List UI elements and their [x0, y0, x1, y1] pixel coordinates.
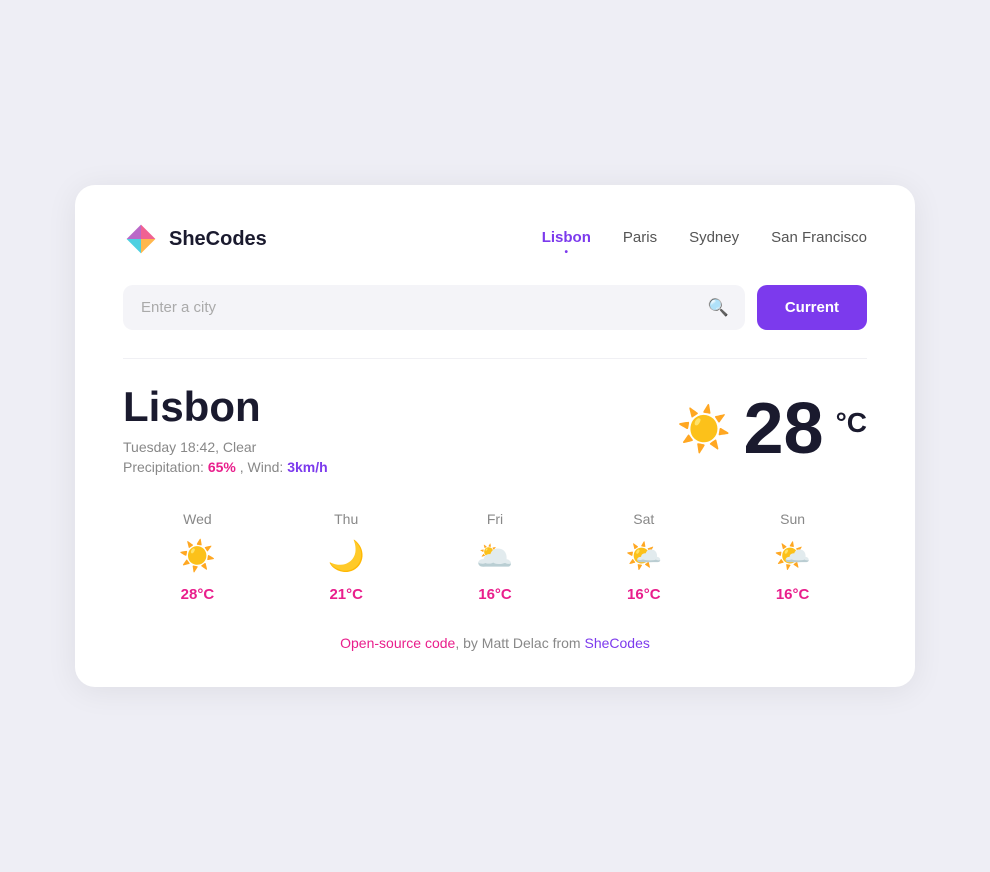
forecast-day-label-0: Wed — [183, 511, 212, 527]
precipitation-value: 65% — [208, 459, 236, 475]
temperature-display: ☀️ 28 °C — [677, 393, 867, 465]
footer-text-from: from — [549, 635, 585, 651]
logo: SheCodes — [123, 221, 267, 257]
main-card: SheCodes Lisbon Paris Sydney San Francis… — [75, 185, 915, 687]
forecast-day-label-3: Sat — [633, 511, 654, 527]
logo-icon — [123, 221, 159, 257]
nav-item-lisbon[interactable]: Lisbon — [542, 229, 591, 250]
search-icon: 🔍 — [708, 298, 729, 318]
search-row: 🔍 Current — [123, 285, 867, 330]
forecast-icon-0: ☀️ — [179, 539, 216, 574]
forecast-temp-2: 16°C — [478, 586, 512, 603]
footer-link-shecodes[interactable]: SheCodes — [584, 635, 649, 651]
forecast-icon-4: 🌤️ — [774, 539, 811, 574]
current-button[interactable]: Current — [757, 285, 867, 330]
weather-main: Lisbon Tuesday 18:42, Clear Precipitatio… — [123, 383, 867, 475]
navigation: Lisbon Paris Sydney San Francisco — [542, 229, 867, 250]
footer-text-by: , by — [455, 635, 481, 651]
weather-meta: Precipitation: 65% , Wind: 3km/h — [123, 459, 328, 475]
nav-item-sydney[interactable]: Sydney — [689, 229, 739, 250]
forecast-day-thu: Thu 🌙 21°C — [272, 511, 421, 603]
search-wrapper: 🔍 — [123, 285, 745, 330]
footer-author: Matt Delac — [482, 635, 549, 651]
forecast-icon-1: 🌙 — [328, 539, 365, 574]
forecast-day-fri: Fri 🌥️ 16°C — [421, 511, 570, 603]
divider — [123, 358, 867, 359]
forecast-day-label-1: Thu — [334, 511, 358, 527]
forecast-temp-1: 21°C — [329, 586, 363, 603]
current-weather-icon: ☀️ — [677, 403, 732, 455]
forecast-icon-3: 🌤️ — [625, 539, 662, 574]
temperature-unit: °C — [836, 407, 867, 439]
forecast-day-label-4: Sun — [780, 511, 805, 527]
nav-item-paris[interactable]: Paris — [623, 229, 657, 250]
forecast: Wed ☀️ 28°C Thu 🌙 21°C Fri 🌥️ 16°C Sat 🌤… — [123, 511, 867, 603]
header: SheCodes Lisbon Paris Sydney San Francis… — [123, 221, 867, 257]
weather-info: Lisbon Tuesday 18:42, Clear Precipitatio… — [123, 383, 328, 475]
wind-value: 3km/h — [287, 459, 327, 475]
search-input[interactable] — [123, 285, 745, 330]
forecast-day-label-2: Fri — [487, 511, 503, 527]
forecast-temp-4: 16°C — [776, 586, 810, 603]
forecast-day-sat: Sat 🌤️ 16°C — [569, 511, 718, 603]
forecast-temp-0: 28°C — [181, 586, 215, 603]
forecast-icon-2: 🌥️ — [476, 539, 513, 574]
forecast-day-sun: Sun 🌤️ 16°C — [718, 511, 867, 603]
logo-text: SheCodes — [169, 228, 267, 251]
footer: Open-source code, by Matt Delac from She… — [123, 635, 867, 651]
nav-item-san-francisco[interactable]: San Francisco — [771, 229, 867, 250]
forecast-day-wed: Wed ☀️ 28°C — [123, 511, 272, 603]
forecast-temp-3: 16°C — [627, 586, 661, 603]
precipitation-label: Precipitation: — [123, 459, 204, 475]
weather-desc: Tuesday 18:42, Clear — [123, 439, 328, 455]
city-name: Lisbon — [123, 383, 328, 431]
footer-link-opensource[interactable]: Open-source code — [340, 635, 455, 651]
wind-label: Wind: — [248, 459, 284, 475]
temperature-value: 28 — [743, 393, 823, 465]
